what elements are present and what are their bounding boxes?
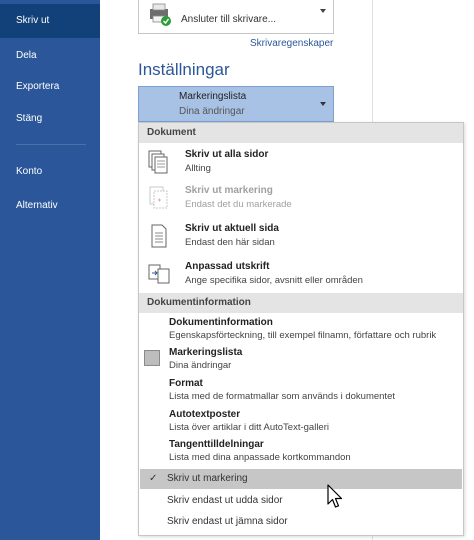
item-subtitle: Allting: [185, 163, 211, 174]
item-title: Anpassad utskrift: [185, 261, 270, 272]
printer-dropdown[interactable]: Ansluter till skrivare...: [138, 0, 334, 34]
chevron-down-icon: [320, 102, 326, 106]
mouse-pointer-icon: [327, 484, 343, 508]
menu-item-print-current[interactable]: Skriv ut aktuell sida Endast den här sid…: [139, 219, 463, 255]
menu-item-print-selection: Skriv ut markering Endast det du markera…: [139, 181, 463, 217]
checkmark-icon: ✓: [149, 473, 158, 484]
item-subtitle: Lista över artiklar i ditt AutoText-gall…: [169, 422, 329, 433]
item-title: Skriv ut alla sidor: [185, 149, 269, 160]
print-what-dropdown[interactable]: Markeringslista Dina ändringar: [138, 86, 334, 122]
item-title: Skriv ut aktuell sida: [185, 223, 279, 234]
selection-pages-icon: [149, 186, 168, 209]
option-label: Skriv endast ut jämna sidor: [167, 516, 288, 527]
printer-properties-link[interactable]: Skrivaregenskaper: [250, 38, 333, 49]
menu-item-key-assignments[interactable]: Tangenttilldelningar Lista med dina anpa…: [139, 437, 463, 467]
nav-print[interactable]: Skriv ut: [0, 4, 100, 38]
item-subtitle: Egenskapsförteckning, till exempel filna…: [169, 330, 437, 341]
section-header-document: Dokument: [139, 123, 463, 143]
item-title: Skriv ut markering: [185, 185, 273, 196]
nav-close[interactable]: Stäng: [0, 102, 100, 136]
item-subtitle: Endast det du markerade: [185, 199, 292, 210]
custom-print-icon: [148, 264, 170, 284]
printer-icon: [150, 3, 171, 26]
section-header-docinfo: Dokumentinformation: [139, 293, 463, 313]
menu-option-odd-pages[interactable]: Skriv endast ut udda sidor: [140, 491, 462, 511]
item-subtitle: Lista med dina anpassade kortkommandon: [169, 452, 351, 463]
item-title: Dokumentinformation: [169, 317, 273, 328]
nav-divider: [16, 144, 86, 145]
nav-account[interactable]: Konto: [0, 155, 100, 189]
backstage-sidebar: Skriv ut Dela Exportera Stäng Konto Alte…: [0, 0, 100, 540]
menu-item-print-all[interactable]: Skriv ut alla sidor Allting: [139, 145, 463, 181]
markup-swatch-icon: [144, 350, 160, 366]
nav-share[interactable]: Dela: [0, 39, 100, 73]
menu-item-styles[interactable]: Format Lista med de formatmallar som anv…: [139, 376, 463, 406]
single-page-icon: [151, 224, 167, 248]
item-title: Format: [169, 378, 203, 389]
item-subtitle: Ange specifika sidor, avsnitt eller områ…: [185, 275, 363, 286]
dropdown-title: Markeringslista: [179, 91, 247, 102]
menu-option-even-pages[interactable]: Skriv endast ut jämna sidor: [140, 512, 462, 532]
item-subtitle: Endast den här sidan: [185, 237, 275, 248]
settings-heading: Inställningar: [138, 60, 230, 79]
item-subtitle: Lista med de formatmallar som används i …: [169, 391, 395, 402]
print-options-menu: Dokument Skriv ut alla sidor Allting Skr…: [138, 122, 464, 536]
option-label: Skriv endast ut udda sidor: [167, 495, 283, 506]
item-subtitle: Dina ändringar: [169, 360, 232, 371]
nav-export[interactable]: Exportera: [0, 70, 100, 104]
dropdown-subtitle: Dina ändringar: [179, 106, 245, 117]
item-title: Tangenttilldelningar: [169, 439, 264, 450]
menu-item-document-info[interactable]: Dokumentinformation Egenskapsförteckning…: [139, 315, 463, 345]
nav-options[interactable]: Alternativ: [0, 189, 100, 223]
item-title: Autotextposter: [169, 409, 241, 420]
chevron-down-icon: [320, 9, 326, 13]
option-label: Skriv ut markering: [167, 473, 248, 484]
printer-status: Ansluter till skrivare...: [181, 14, 277, 25]
pages-icon: [148, 150, 168, 174]
item-title: Markeringslista: [169, 347, 243, 358]
menu-item-markup-list[interactable]: Markeringslista Dina ändringar: [139, 345, 463, 375]
menu-item-autotext[interactable]: Autotextposter Lista över artiklar i dit…: [139, 407, 463, 437]
menu-item-custom-print[interactable]: Anpassad utskrift Ange specifika sidor, …: [139, 257, 463, 293]
menu-option-print-selection[interactable]: ✓ Skriv ut markering: [140, 469, 462, 489]
